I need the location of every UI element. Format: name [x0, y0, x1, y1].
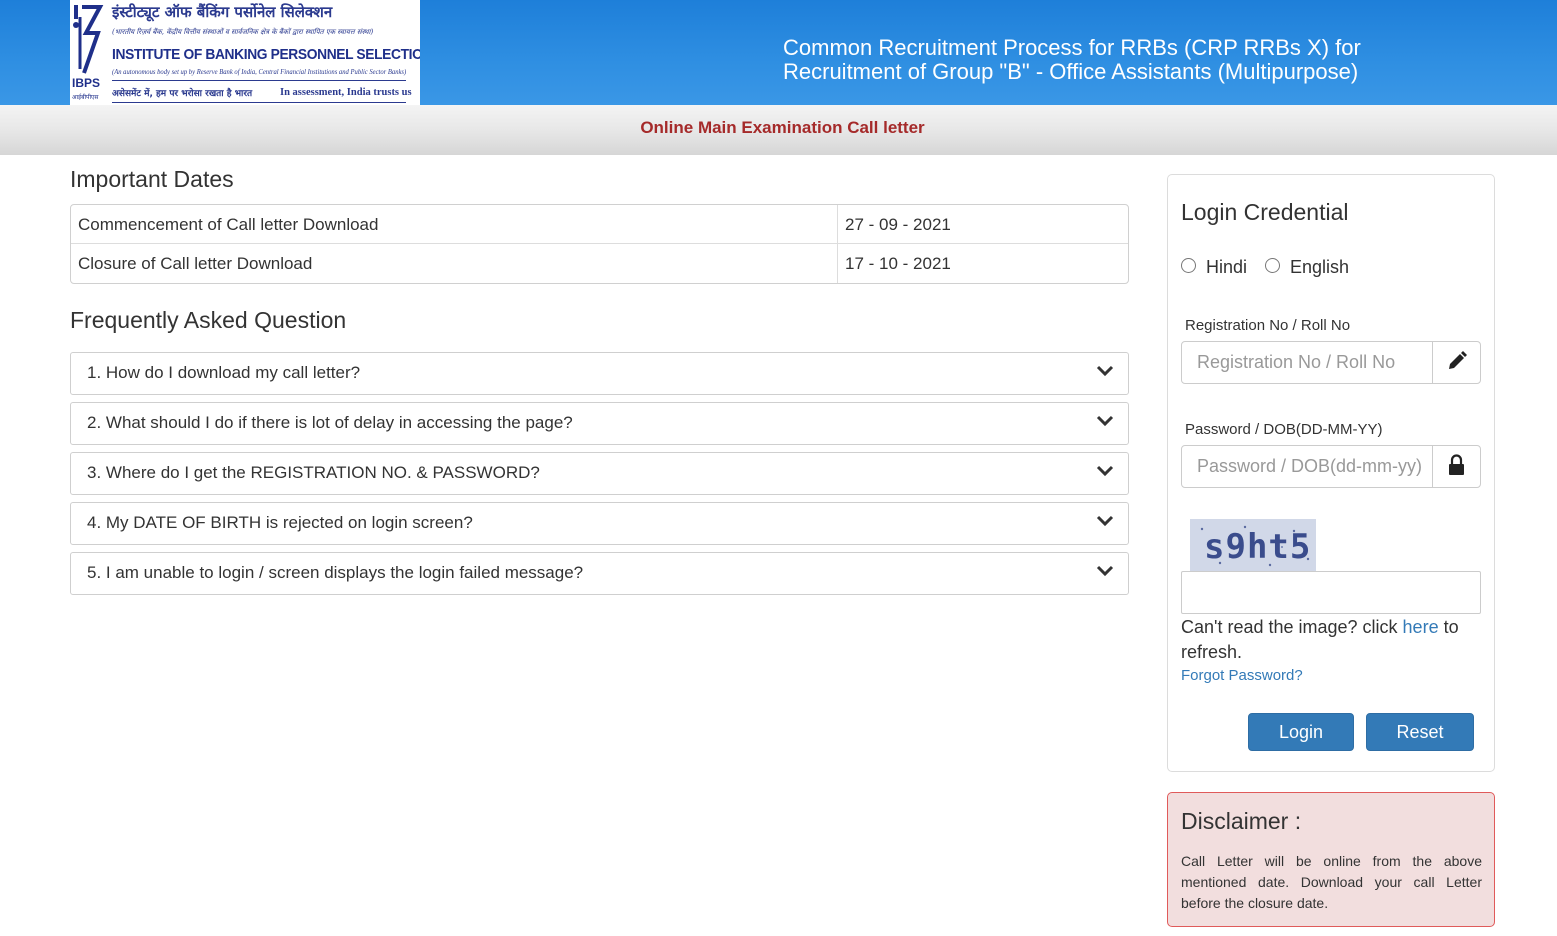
- disclaimer-text: Call Letter will be online from the abov…: [1181, 853, 1482, 911]
- faq-item-3[interactable]: 3. Where do I get the REGISTRATION NO. &…: [70, 452, 1129, 495]
- ibps-logo: IBPS आईबीपीएस इंस्टीट्यूट ऑफ बैंकिंग पर्…: [70, 0, 420, 105]
- login-panel: Login Credential Hindi English Registrat…: [1167, 174, 1495, 772]
- faq-question: 5. I am unable to login / screen display…: [87, 563, 584, 582]
- lock-icon: [1449, 454, 1464, 475]
- registration-addon: [1433, 342, 1480, 383]
- chevron-down-icon[interactable]: [1096, 514, 1114, 528]
- faq-question: 4. My DATE OF BIRTH is rejected on login…: [87, 513, 473, 532]
- password-input[interactable]: [1182, 446, 1433, 487]
- subheader-title: Online Main Examination Call letter: [640, 118, 925, 137]
- disclaimer-title: Disclaimer :: [1181, 808, 1302, 834]
- faq-item-5[interactable]: 5. I am unable to login / screen display…: [70, 552, 1129, 595]
- login-button[interactable]: Login: [1248, 713, 1354, 751]
- faq-question: 2. What should I do if there is lot of d…: [87, 413, 573, 432]
- login-title: Login Credential: [1181, 199, 1349, 225]
- captcha-refresh-text: Can't read the image? click here to refr…: [1181, 615, 1471, 665]
- forgot-password-link[interactable]: Forgot Password?: [1181, 667, 1303, 684]
- page-header-title: Common Recruitment Process for RRBs (CRP…: [783, 36, 1423, 84]
- date-label: Closure of Call letter Download: [78, 254, 313, 273]
- subheader-bar: Online Main Examination Call letter: [0, 105, 1557, 155]
- faq-question: 3. Where do I get the REGISTRATION NO. &…: [87, 463, 540, 482]
- chevron-down-icon[interactable]: [1096, 464, 1114, 478]
- faq-item-4[interactable]: 4. My DATE OF BIRTH is rejected on login…: [70, 502, 1129, 545]
- logo-tagline-english: In assessment, India trusts us: [280, 87, 412, 98]
- column-divider: [837, 244, 838, 283]
- captcha-refresh-link[interactable]: here: [1403, 617, 1439, 637]
- date-value: 17 - 10 - 2021: [845, 254, 951, 273]
- header-banner: IBPS आईबीपीएस इंस्टीट्यूट ऑफ बैंकिंग पर्…: [0, 0, 1557, 105]
- table-row: Commencement of Call letter Download 27 …: [71, 205, 1128, 244]
- important-dates-heading: Important Dates: [70, 166, 234, 192]
- important-dates-table: Commencement of Call letter Download 27 …: [70, 204, 1129, 284]
- radio-english[interactable]: [1265, 258, 1280, 273]
- ibps-emblem-icon: IBPS आईबीपीएस: [72, 5, 104, 101]
- svg-text:s9ht5: s9ht5: [1204, 527, 1311, 567]
- column-divider: [837, 205, 838, 244]
- logo-hindi-subtitle: (भारतीय रिज़र्व बैंक, केंद्रीय वित्तीय स…: [112, 28, 374, 36]
- faq-question: 1. How do I download my call letter?: [87, 363, 361, 382]
- logo-divider-bottom: [112, 102, 406, 103]
- pencil-icon: [1449, 351, 1467, 369]
- date-label: Commencement of Call letter Download: [78, 215, 379, 234]
- registration-input[interactable]: [1182, 342, 1433, 383]
- password-label: Password / DOB(DD-MM-YY): [1185, 421, 1383, 438]
- registration-input-group: [1181, 341, 1481, 384]
- registration-label: Registration No / Roll No: [1185, 317, 1351, 334]
- faq-item-1[interactable]: 1. How do I download my call letter?: [70, 352, 1129, 395]
- logo-english-title: INSTITUTE OF BANKING PERSONNEL SELECTION: [112, 46, 420, 63]
- captcha-image: s9ht5: [1190, 519, 1316, 571]
- radio-label-hindi[interactable]: Hindi: [1206, 257, 1247, 278]
- chevron-down-icon[interactable]: [1096, 564, 1114, 578]
- captcha-input[interactable]: [1181, 571, 1481, 614]
- refresh-text-prefix: Can't read the image? click: [1181, 617, 1403, 637]
- password-addon: [1433, 446, 1480, 487]
- svg-text:IBPS: IBPS: [72, 76, 100, 90]
- reset-button[interactable]: Reset: [1366, 713, 1474, 751]
- header-title-line-1: Common Recruitment Process for RRBs (CRP…: [783, 35, 1361, 60]
- logo-hindi-title: इंस्टीट्यूट ऑफ बैंकिंग पर्सोनेल सिलेक्शन: [112, 3, 333, 21]
- chevron-down-icon[interactable]: [1096, 414, 1114, 428]
- date-value: 27 - 09 - 2021: [845, 215, 951, 234]
- logo-divider: [112, 80, 406, 81]
- svg-text:आईबीपीएस: आईबीपीएस: [72, 93, 99, 101]
- faq-item-2[interactable]: 2. What should I do if there is lot of d…: [70, 402, 1129, 445]
- radio-label-english[interactable]: English: [1290, 257, 1349, 278]
- table-row: Closure of Call letter Download 17 - 10 …: [71, 244, 1128, 283]
- password-input-group: [1181, 445, 1481, 488]
- logo-english-subtitle: (An autonomous body set up by Reserve Ba…: [112, 67, 407, 76]
- chevron-down-icon[interactable]: [1096, 364, 1114, 378]
- header-title-line-2: Recruitment of Group "B" - Office Assist…: [783, 59, 1359, 84]
- faq-heading: Frequently Asked Question: [70, 307, 347, 333]
- disclaimer-panel: Disclaimer : Call Letter will be online …: [1167, 792, 1495, 927]
- radio-hindi[interactable]: [1181, 258, 1196, 273]
- logo-tagline-hindi: असेसमेंट में, हम पर भरोसा रखता है भारत: [112, 89, 253, 99]
